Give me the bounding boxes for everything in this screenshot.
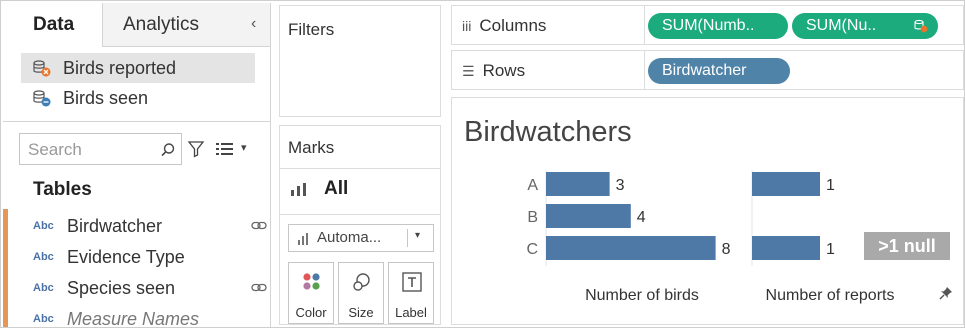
collapse-pane-icon[interactable]: ‹: [251, 15, 256, 33]
bar-birds-b: [546, 204, 631, 228]
row-label-a: A: [527, 177, 538, 194]
filters-shelf[interactable]: Filters: [279, 5, 441, 117]
bar-mark-icon: [298, 233, 308, 245]
datasource-link-icon: [33, 90, 51, 107]
color-card-label: Color: [295, 305, 327, 320]
view-dropdown-icon[interactable]: ▾: [241, 141, 247, 154]
size-card-label: Size: [348, 305, 374, 320]
shelf-divider: [644, 51, 645, 89]
tab-analytics[interactable]: Analytics: [103, 3, 270, 47]
dropdown-separator: [407, 229, 408, 247]
dimension-color-strip: [3, 209, 8, 327]
columns-shelf[interactable]: iii Columns SUM(Numb.. SUM(Nu..: [451, 5, 964, 45]
data-label: 1: [826, 177, 835, 194]
string-type-icon: Abc: [33, 220, 54, 232]
bar-reports-c: [752, 236, 820, 260]
pin-icon[interactable]: [939, 286, 953, 300]
column-pill-number-of-reports[interactable]: SUM(Nu..: [792, 13, 938, 39]
string-type-icon: Abc: [33, 251, 54, 263]
search-icon[interactable]: [160, 142, 176, 158]
field-label: Measure Names: [67, 309, 200, 327]
data-label: 8: [722, 241, 731, 258]
rows-shelf[interactable]: ☰ Rows Birdwatcher: [451, 50, 964, 90]
label-card-button[interactable]: Label: [388, 262, 434, 324]
color-card-button[interactable]: Color: [288, 262, 334, 324]
bar-birds-c: [546, 236, 716, 260]
field-species-seen[interactable]: Abc Species seen: [33, 273, 269, 303]
pane-tabs: Data Analytics ‹: [3, 3, 270, 47]
row-label-c: C: [526, 241, 538, 258]
color-icon: [303, 273, 320, 290]
x-axis-title-1: Number of reports: [766, 287, 895, 304]
field-label: Species seen: [67, 278, 176, 298]
marks-divider: [280, 214, 440, 215]
bar-chart: ABC 34 8 1 1 Number of birds Number of reports: [526, 170, 895, 304]
tableau-workspace: Data Analytics ‹ Birds reported Birds se…: [0, 0, 965, 328]
rows-icon: ☰: [462, 63, 475, 79]
mark-type-dropdown[interactable]: Automa... ▾: [288, 224, 434, 252]
label-icon: [402, 272, 422, 292]
row-label-b: B: [527, 209, 538, 226]
data-pane: Data Analytics ‹ Birds reported Birds se…: [3, 3, 271, 327]
label-card-label: Label: [395, 305, 427, 320]
link-icon: [251, 221, 267, 230]
datasource-warning-icon: [33, 60, 51, 77]
field-evidence-type[interactable]: Abc Evidence Type: [33, 242, 269, 272]
size-card-button[interactable]: Size: [338, 262, 384, 324]
datasource-label: Birds seen: [63, 88, 149, 108]
field-label: Birdwatcher: [67, 216, 163, 236]
string-type-icon: Abc: [33, 313, 54, 325]
pane-divider: [3, 121, 270, 122]
columns-label: Columns: [479, 16, 547, 35]
bar-birds-a: [546, 172, 610, 196]
null-indicator-badge[interactable]: >1 null: [864, 232, 950, 260]
pill-label: SUM(Nu..: [806, 17, 877, 34]
field-label: Evidence Type: [67, 247, 185, 267]
marks-divider: [280, 168, 440, 169]
field-birdwatcher[interactable]: Abc Birdwatcher: [33, 211, 269, 241]
bar-reports-a: [752, 172, 820, 196]
link-icon: [251, 283, 267, 292]
tab-data[interactable]: Data: [3, 3, 103, 47]
string-type-icon: Abc: [33, 282, 54, 294]
rows-label: Rows: [482, 61, 526, 80]
data-label: 4: [637, 209, 646, 226]
marks-title: Marks: [288, 138, 335, 157]
marks-all-label[interactable]: All: [324, 178, 348, 200]
row-pill-birdwatcher[interactable]: Birdwatcher: [648, 58, 790, 84]
worksheet-area: iii Columns SUM(Numb.. SUM(Nu.. ☰ Rows Bir…: [449, 3, 964, 327]
column-pill-number-of-birds[interactable]: SUM(Numb..: [648, 13, 788, 39]
x-axis-title-0: Number of birds: [585, 287, 699, 304]
datasource-birds-reported[interactable]: Birds reported: [21, 53, 255, 83]
shelf-divider: [644, 6, 645, 44]
chevron-down-icon: ▾: [415, 230, 421, 241]
search-box: [19, 133, 182, 165]
marks-card: Marks All Automa... ▾ Color Size Label: [279, 125, 441, 325]
shelves-pane: Filters Marks All Automa... ▾ Color Size…: [273, 3, 447, 327]
columns-shelf-title: iii Columns: [462, 16, 546, 36]
field-measure-names[interactable]: Abc Measure Names: [33, 304, 269, 327]
data-label: 1: [826, 241, 835, 258]
bar-mark-icon: [291, 183, 306, 196]
chart-view: Birdwatchers A B C 3 4 8 1 1 Number of birds Numb…: [451, 97, 964, 325]
datasource-birds-seen[interactable]: Birds seen: [21, 83, 255, 113]
datasource-warning-icon: [914, 19, 928, 33]
columns-icon: iii: [462, 18, 472, 34]
mark-type-label: Automa...: [317, 229, 382, 246]
search-input[interactable]: [28, 139, 156, 161]
size-icon: [353, 273, 370, 291]
tables-heading: Tables: [33, 179, 92, 200]
data-label: 3: [616, 177, 625, 194]
list-view-icon[interactable]: [216, 142, 238, 156]
rows-shelf-title: ☰ Rows: [462, 61, 525, 81]
datasource-label: Birds reported: [63, 58, 177, 78]
filter-icon[interactable]: [187, 140, 205, 158]
filters-title: Filters: [288, 20, 335, 39]
